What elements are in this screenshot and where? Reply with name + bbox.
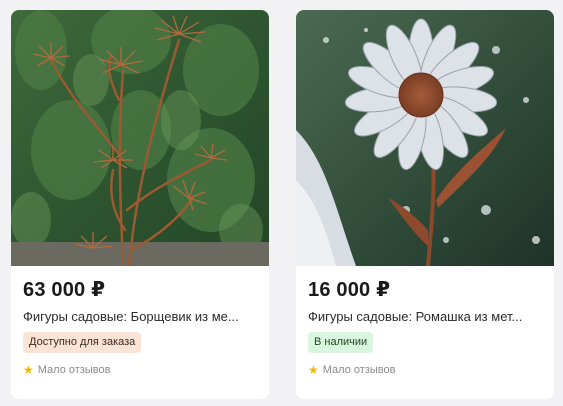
product-price: 63 000 ₽ <box>23 279 106 301</box>
star-icon: ★ <box>308 363 319 377</box>
product-card[interactable]: 63 000 ₽ Фигуры садовые: Борщевик из ме.… <box>11 10 269 399</box>
metal-daisy-sculpture-icon <box>296 10 554 266</box>
star-icon: ★ <box>23 363 34 377</box>
product-card[interactable]: 16 000 ₽ Фигуры садовые: Ромашка из мет.… <box>296 10 554 399</box>
rating-text: Мало отзывов <box>37 364 111 376</box>
rating: ★ Мало отзывов <box>308 364 395 376</box>
metal-hogweed-sculpture-icon <box>11 10 269 266</box>
product-image[interactable] <box>296 10 554 266</box>
product-title[interactable]: Фигуры садовые: Ромашка из мет... <box>308 309 546 324</box>
availability-badge: В наличии <box>308 332 374 353</box>
product-price: 16 000 ₽ <box>308 279 391 301</box>
rating-text: Мало отзывов <box>322 364 396 376</box>
product-grid: 63 000 ₽ Фигуры садовые: Борщевик из ме.… <box>0 0 563 406</box>
product-title[interactable]: Фигуры садовые: Борщевик из ме... <box>23 309 261 324</box>
availability-badge: Доступно для заказа <box>23 332 142 353</box>
rating: ★ Мало отзывов <box>23 364 110 376</box>
product-image[interactable] <box>11 10 269 266</box>
